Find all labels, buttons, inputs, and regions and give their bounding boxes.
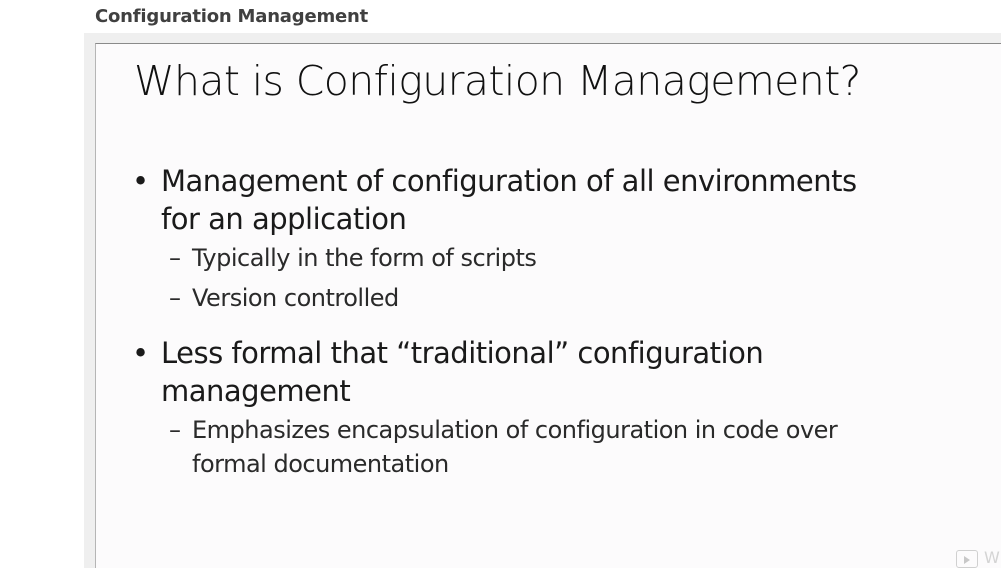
sub-bullet-dash-icon: – <box>169 244 181 272</box>
sub-bullet-dash-icon: – <box>169 416 181 444</box>
bullet-dot-icon: • <box>132 336 149 370</box>
bullet-text-line: for an application <box>161 202 407 236</box>
bullet-text-line: Management of configuration of all envir… <box>161 164 857 198</box>
watermark-logo: W <box>984 548 1000 567</box>
bullet-text-line: management <box>161 374 351 408</box>
sub-bullet-text: Typically in the form of scripts <box>192 244 537 272</box>
slide: What is Configuration Management? • Mana… <box>95 43 1001 568</box>
sub-bullet-text: formal documentation <box>192 450 449 478</box>
slide-title: What is Configuration Management? <box>134 57 861 105</box>
sub-bullet-text: Version controlled <box>192 284 399 312</box>
page-title: Configuration Management <box>95 6 369 27</box>
play-icon[interactable] <box>956 550 978 568</box>
bullet-dot-icon: • <box>132 164 149 198</box>
bullet-text-line: Less formal that “traditional” configura… <box>161 336 764 370</box>
sub-bullet-dash-icon: – <box>169 284 181 312</box>
sub-bullet-text: Emphasizes encapsulation of configuratio… <box>192 416 838 444</box>
